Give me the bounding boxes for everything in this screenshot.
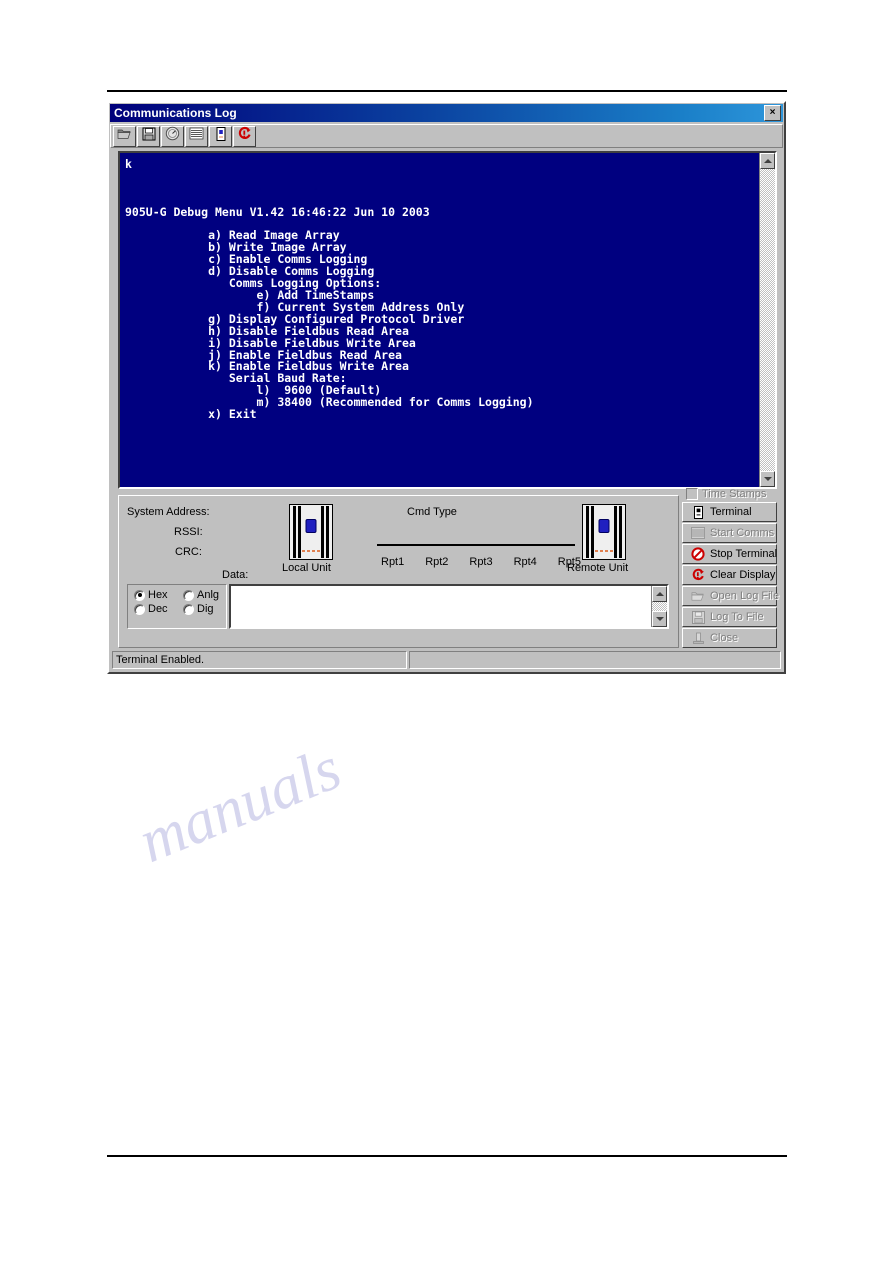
repeater-label: Rpt4 bbox=[513, 556, 537, 568]
no-entry-icon bbox=[691, 547, 705, 561]
cmd-type-line bbox=[377, 544, 575, 546]
remote-unit-icon bbox=[582, 504, 626, 560]
toolbar-log-to-file-button[interactable] bbox=[137, 125, 160, 147]
clear-icon bbox=[237, 126, 252, 146]
status-message: Terminal Enabled. bbox=[112, 651, 407, 669]
radio-label: Anlg bbox=[197, 589, 220, 601]
repeater-label: Rpt1 bbox=[381, 556, 405, 568]
time-stamps-label: Time Stamps bbox=[702, 487, 767, 500]
status-bar: Terminal Enabled. bbox=[112, 651, 781, 669]
open-log-file-button-label: Open Log File bbox=[710, 590, 780, 602]
time-stamps-checkbox-row[interactable]: Time Stamps bbox=[682, 486, 777, 501]
device-icon bbox=[216, 126, 226, 146]
rssi-label: RSSI: bbox=[174, 526, 203, 538]
folder-open-icon bbox=[691, 589, 705, 603]
scroll-down-arrow-icon[interactable] bbox=[652, 611, 667, 627]
radio-dig[interactable]: Dig bbox=[183, 603, 226, 615]
log-to-file-button[interactable]: Log To File bbox=[682, 607, 777, 627]
toolbar-terminal-button[interactable] bbox=[209, 125, 232, 147]
repeater-label: Rpt3 bbox=[469, 556, 493, 568]
info-panel: System Address: RSSI: CRC: Data: Cmd Typ… bbox=[118, 495, 679, 648]
folder-open-icon bbox=[117, 127, 132, 145]
close-door-icon bbox=[691, 631, 705, 645]
radio-dot-icon bbox=[183, 603, 194, 615]
system-address-label: System Address: bbox=[127, 506, 210, 518]
local-unit-label: Local Unit bbox=[282, 562, 331, 574]
radio-dot-icon bbox=[183, 589, 194, 601]
scroll-up-arrow-icon[interactable] bbox=[760, 153, 775, 169]
radio-anlg[interactable]: Anlg bbox=[183, 589, 226, 601]
stop-terminal-button[interactable]: Stop Terminal bbox=[682, 544, 777, 564]
scroll-up-arrow-icon[interactable] bbox=[652, 586, 667, 602]
data-input[interactable] bbox=[231, 586, 651, 627]
repeater-label: Rpt2 bbox=[425, 556, 449, 568]
device-icon bbox=[691, 505, 705, 519]
scroll-down-arrow-icon[interactable] bbox=[760, 471, 775, 487]
terminal-button-label: Terminal bbox=[710, 506, 752, 518]
toolbar-time-stamps-button[interactable] bbox=[185, 125, 208, 147]
terminal-display[interactable]: k 905U-G Debug Menu V1.42 16:46:22 Jun 1… bbox=[118, 151, 777, 489]
data-label: Data: bbox=[222, 569, 249, 581]
local-unit-icon bbox=[289, 504, 333, 560]
terminal-text: k 905U-G Debug Menu V1.42 16:46:22 Jun 1… bbox=[120, 153, 759, 487]
floppy-disk-icon bbox=[142, 127, 156, 146]
window-title: Communications Log bbox=[114, 106, 237, 120]
toolbar-open-log-file-button[interactable] bbox=[113, 125, 136, 147]
title-bar[interactable]: Communications Log × bbox=[110, 104, 783, 122]
watermark-text: manuals bbox=[129, 734, 351, 876]
data-scrollbar[interactable] bbox=[651, 586, 667, 627]
radio-dot-icon bbox=[134, 589, 145, 601]
toolbar-clear-display-button[interactable] bbox=[233, 125, 256, 147]
stop-terminal-button-label: Stop Terminal bbox=[710, 548, 778, 560]
radio-dot-icon bbox=[134, 603, 145, 615]
radio-label: Hex bbox=[148, 589, 168, 601]
gauge-icon bbox=[165, 126, 180, 146]
terminal-button[interactable]: Terminal bbox=[682, 502, 777, 522]
scrollbar-track[interactable] bbox=[652, 602, 667, 611]
data-field[interactable] bbox=[229, 584, 669, 629]
floppy-disk-icon bbox=[691, 610, 705, 624]
grid-icon bbox=[189, 127, 204, 145]
log-to-file-button-label: Log To File bbox=[710, 611, 764, 623]
page-rule-top bbox=[107, 90, 787, 92]
page-rule-bottom bbox=[107, 1155, 787, 1157]
status-secondary bbox=[409, 651, 781, 669]
radio-hex[interactable]: Hex bbox=[134, 589, 177, 601]
control-button-panel: Time Stamps Terminal Start Comms Stop Te… bbox=[682, 486, 780, 648]
cmd-type-label: Cmd Type bbox=[407, 506, 457, 518]
radio-label: Dig bbox=[197, 603, 214, 615]
clear-icon bbox=[691, 568, 705, 582]
terminal-scrollbar[interactable] bbox=[759, 153, 775, 487]
start-comms-button[interactable]: Start Comms bbox=[682, 523, 777, 543]
time-stamps-checkbox[interactable] bbox=[686, 487, 698, 500]
radio-dec[interactable]: Dec bbox=[134, 603, 177, 615]
radio-label: Dec bbox=[148, 603, 168, 615]
toolbar bbox=[110, 124, 783, 148]
open-log-file-button[interactable]: Open Log File bbox=[682, 586, 780, 606]
toolbar-start-comms-button[interactable] bbox=[161, 125, 184, 147]
close-button-label: Close bbox=[710, 632, 739, 644]
start-comms-button-label: Start Comms bbox=[710, 527, 775, 539]
communications-log-window: Communications Log × k 905U-G Debug Menu… bbox=[107, 101, 786, 674]
clear-display-button[interactable]: Clear Display bbox=[682, 565, 777, 585]
crc-label: CRC: bbox=[175, 546, 202, 558]
close-icon[interactable]: × bbox=[764, 105, 781, 121]
repeater-labels: Rpt1 Rpt2 Rpt3 Rpt4 Rpt5 bbox=[381, 556, 581, 568]
data-format-group: Hex Anlg Dec Dig bbox=[127, 584, 227, 629]
remote-unit-label: Remote Unit bbox=[567, 562, 629, 574]
close-button[interactable]: Close bbox=[682, 628, 777, 648]
scrollbar-track[interactable] bbox=[760, 169, 775, 471]
clear-display-button-label: Clear Display bbox=[710, 569, 776, 581]
grid-icon bbox=[691, 526, 705, 540]
